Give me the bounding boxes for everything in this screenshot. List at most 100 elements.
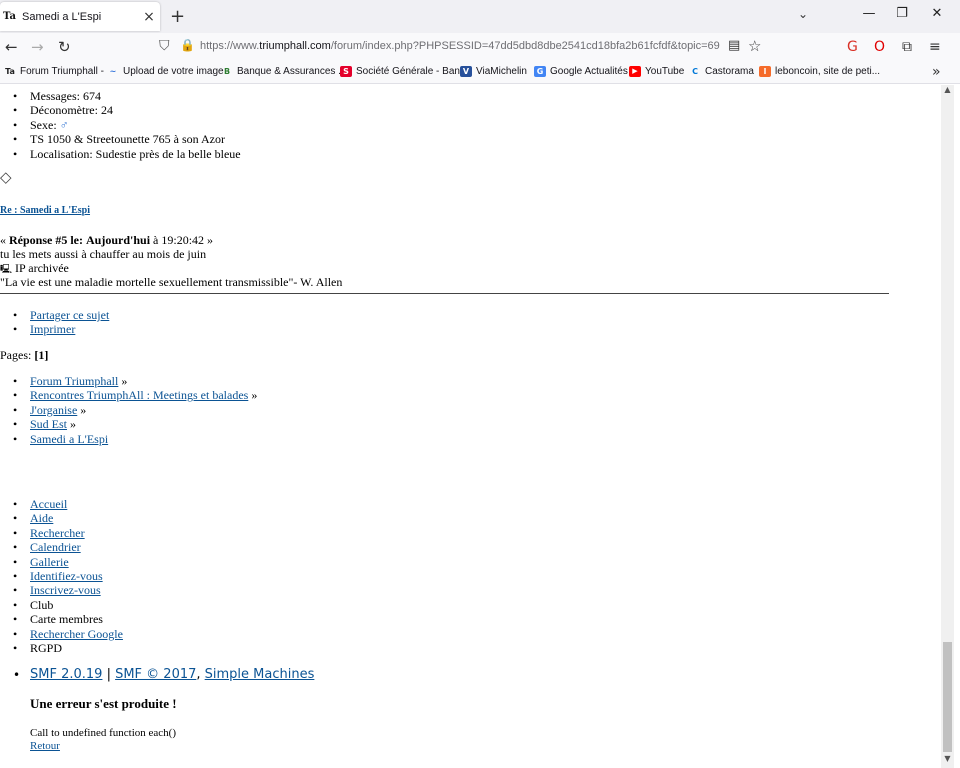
post-subject-link[interactable]: Re : Samedi a L'Espi (0, 205, 90, 216)
breadcrumb-sud-est-link[interactable]: Sud Est (30, 417, 67, 431)
castorama-icon: C (692, 67, 698, 76)
menu-register-link[interactable]: Inscrivez-vous (30, 583, 101, 597)
share-topic-item: Partager ce sujet (13, 308, 109, 322)
menu-gallerie-link[interactable]: Gallerie (30, 555, 69, 569)
minimize-icon[interactable]: — (859, 6, 879, 21)
menu-icon[interactable]: ≡ (929, 39, 941, 55)
breadcrumb-forum-link[interactable]: Forum Triumphall (30, 374, 118, 388)
close-window-icon[interactable]: ✕ (927, 6, 947, 21)
menu-club-label[interactable]: Club (30, 598, 53, 612)
new-tab-icon[interactable]: + (170, 6, 185, 27)
url-text[interactable]: https://www.triumphall.com/forum/index.p… (200, 40, 720, 52)
pagination: Pages: [1] (0, 348, 49, 362)
restore-icon[interactable]: ❐ (892, 6, 912, 21)
bookmark-forum-triumphall[interactable]: Ta Forum Triumphall - (4, 66, 104, 77)
signature: "La vie est une maladie mortelle sexuell… (0, 275, 343, 289)
back-link[interactable]: Retour (30, 740, 60, 752)
triumphall-icon: Ta (5, 67, 15, 76)
reload-icon[interactable]: ↻ (58, 38, 71, 56)
bookmark-banque[interactable]: B Banque & Assurances ... (221, 66, 347, 77)
browser-tab[interactable]: Ta Samedi a L'Espi × (0, 2, 160, 31)
scroll-thumb[interactable] (943, 642, 952, 752)
forward-icon[interactable]: → (31, 38, 44, 56)
google-news-icon: G (534, 66, 546, 77)
menu-item-carte-membres: Carte membres (13, 612, 103, 626)
share-topic-link[interactable]: Partager ce sujet (30, 308, 109, 322)
lock-icon[interactable]: 🔒 (180, 38, 195, 52)
print-item: Imprimer (13, 322, 75, 336)
page-content: Messages: 674 Déconomètre: 24 Sexe: ♂ TS… (0, 85, 941, 768)
ip-icon: 🖳 (0, 264, 13, 274)
upload-icon: ~ (109, 67, 117, 76)
opera-extension-icon[interactable]: O (874, 39, 885, 55)
breadcrumb-topic-link[interactable]: Samedi a L'Espi (30, 432, 108, 446)
profile-messages: Messages: 674 (13, 89, 101, 103)
bookmark-viamichelin[interactable]: V ViaMichelin (460, 66, 527, 77)
menu-aide-link[interactable]: Aide (30, 511, 53, 525)
menu-item-club: Club (13, 598, 54, 612)
print-link[interactable]: Imprimer (30, 322, 75, 336)
post-body: tu les mets aussi à chauffer au mois de … (0, 247, 207, 261)
menu-carte-membres-label[interactable]: Carte membres (30, 612, 103, 626)
bookmark-societe-generale[interactable]: S Société Générale - Ban... (340, 66, 468, 77)
menu-item-inscrivez-vous: Inscrivez-vous (13, 583, 101, 597)
menu-calendrier-link[interactable]: Calendrier (30, 540, 81, 554)
vertical-scrollbar[interactable]: ▲ ▼ (941, 85, 954, 768)
menu-item-calendrier: Calendrier (13, 540, 81, 554)
site-favicon-icon: Ta (3, 10, 16, 22)
back-icon[interactable]: ← (5, 38, 18, 56)
menu-rgpd-label[interactable]: RGPD (30, 641, 62, 655)
address-bar[interactable]: ⛉ 🔒 https://www.triumphall.com/forum/ind… (155, 35, 769, 60)
profile-bikes: TS 1050 & Streetounette 765 à son Azor (13, 132, 225, 146)
list-tabs-icon[interactable]: ⌄ (798, 7, 808, 21)
bookmark-leboncoin[interactable]: l leboncoin, site de peti... (759, 66, 880, 77)
tab-title: Samedi a L'Espi (22, 10, 102, 23)
menu-item-aide: Aide (13, 511, 54, 525)
google-extension-icon[interactable]: G (847, 39, 858, 55)
bookmark-google-actualites[interactable]: G Google Actualités (534, 66, 628, 77)
menu-login-link[interactable]: Identifiez-vous (30, 569, 103, 583)
menu-item-gallerie: Gallerie (13, 555, 69, 569)
menu-google-search-link[interactable]: Rechercher Google (30, 627, 123, 641)
menu-item-accueil: Accueil (13, 497, 67, 511)
more-bookmarks-icon[interactable]: » (932, 64, 941, 80)
smf-version-link[interactable]: SMF 2.0.19 (30, 667, 102, 682)
menu-accueil-link[interactable]: Accueil (30, 497, 67, 511)
menu-item-identifiez-vous: Identifiez-vous (13, 569, 103, 583)
profile-location: Localisation: Sudestie près de la belle … (13, 147, 241, 161)
profile-sexe: Sexe: ♂ (13, 118, 69, 132)
error-title: Une erreur s'est produite ! (30, 696, 177, 711)
bookmark-upload-image[interactable]: ~ Upload de votre image (107, 66, 224, 77)
tab-bar: Ta Samedi a L'Espi × + ⌄ — ❐ ✕ (0, 0, 960, 33)
scroll-up-icon[interactable]: ▲ (941, 85, 954, 97)
simple-machines-link[interactable]: Simple Machines (205, 667, 315, 682)
breadcrumb-item: J'organise » (13, 403, 86, 417)
error-message: Call to undefined function each() (30, 727, 177, 739)
tracking-protection-icon[interactable]: ⛉ (159, 38, 170, 54)
current-page: [1] (34, 348, 49, 362)
viamichelin-icon: V (460, 66, 472, 77)
bookmarks-toolbar: Ta Forum Triumphall - ~ Upload de votre im… (0, 62, 960, 84)
menu-item-rechercher: Rechercher (13, 526, 85, 540)
bookmark-castorama[interactable]: C Castorama (689, 66, 754, 77)
profile-deconometre: Déconomètre: 24 (13, 103, 113, 117)
scroll-down-icon[interactable]: ▼ (941, 754, 954, 766)
breadcrumb-item: Forum Triumphall » (13, 374, 127, 388)
bookmark-star-icon[interactable]: ☆ (748, 37, 761, 55)
breadcrumb-item: Rencontres TriumphAll : Meetings et bala… (13, 388, 257, 402)
reader-view-icon[interactable]: ▤ (728, 38, 740, 53)
close-tab-icon[interactable]: × (142, 9, 156, 25)
footer-credits: SMF 2.0.19 | SMF © 2017, Simple Machines (13, 667, 315, 683)
bookmark-youtube[interactable]: ▶ YouTube (629, 66, 684, 77)
breadcrumb-item: Samedi a L'Espi (13, 432, 108, 446)
ip-archived: 🖳 IP archivée (0, 261, 69, 275)
extensions-icon[interactable]: ⧉ (902, 39, 912, 55)
post-icon: ◇ (0, 168, 12, 186)
breadcrumb-item: Sud Est » (13, 417, 76, 431)
breadcrumb-jorganise-link[interactable]: J'organise (30, 403, 77, 417)
societe-generale-icon: S (340, 66, 352, 77)
menu-rechercher-link[interactable]: Rechercher (30, 526, 85, 540)
menu-item-rgpd: RGPD (13, 641, 62, 655)
smf-copyright-link[interactable]: SMF © 2017 (115, 667, 196, 682)
breadcrumb-rencontres-link[interactable]: Rencontres TriumphAll : Meetings et bala… (30, 388, 248, 402)
